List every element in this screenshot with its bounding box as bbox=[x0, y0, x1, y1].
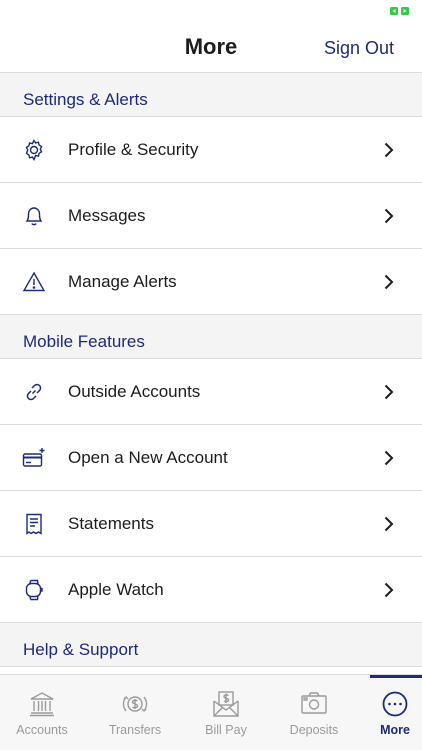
tab-bar: Accounts Transfers Bill Pay Deposits Mor… bbox=[0, 674, 422, 750]
nav-header: More Sign Out bbox=[0, 22, 422, 73]
tab-deposits[interactable]: Deposits bbox=[272, 675, 356, 750]
camera-icon bbox=[300, 691, 328, 717]
menu-item-open-new-account[interactable]: Open a New Account bbox=[0, 425, 422, 491]
status-bar bbox=[0, 0, 422, 22]
new-card-icon bbox=[22, 446, 46, 470]
menu-item-manage-alerts[interactable]: Manage Alerts bbox=[0, 249, 422, 315]
menu-item-apple-watch[interactable]: Apple Watch bbox=[0, 557, 422, 623]
tab-more[interactable]: More bbox=[353, 675, 422, 750]
chevron-right-icon bbox=[384, 142, 394, 158]
sign-out-button[interactable]: Sign Out bbox=[324, 38, 394, 59]
menu-item-outside-accounts[interactable]: Outside Accounts bbox=[0, 359, 422, 425]
chevron-right-icon bbox=[384, 274, 394, 290]
menu-item-label: Statements bbox=[68, 514, 154, 533]
menu-list: Settings & Alerts Profile & Security Mes… bbox=[0, 73, 422, 675]
link-icon bbox=[22, 380, 46, 404]
watch-icon bbox=[22, 578, 46, 602]
bell-icon bbox=[22, 204, 46, 228]
tab-label: Transfers bbox=[108, 723, 162, 737]
section-header-help-support: Help & Support bbox=[0, 623, 422, 667]
bank-icon bbox=[28, 691, 56, 717]
chevron-right-icon bbox=[384, 208, 394, 224]
menu-item-label: Open a New Account bbox=[68, 448, 228, 467]
gear-icon bbox=[22, 138, 46, 162]
tab-label: Deposits bbox=[289, 723, 339, 737]
tab-label: Accounts bbox=[16, 723, 68, 737]
menu-item-label: Manage Alerts bbox=[68, 272, 177, 291]
menu-item-profile-security[interactable]: Profile & Security bbox=[0, 117, 422, 183]
chevron-right-icon bbox=[384, 384, 394, 400]
bill-pay-icon bbox=[212, 691, 240, 717]
section-header-mobile-features: Mobile Features bbox=[0, 315, 422, 359]
tab-bill-pay[interactable]: Bill Pay bbox=[184, 675, 268, 750]
more-icon bbox=[381, 691, 409, 717]
tab-label: More bbox=[380, 723, 410, 737]
battery-icon bbox=[390, 6, 410, 16]
menu-item-label: Outside Accounts bbox=[68, 382, 201, 401]
statement-icon bbox=[22, 512, 46, 536]
menu-item-label: Apple Watch bbox=[68, 580, 164, 599]
chevron-right-icon bbox=[384, 582, 394, 598]
tab-transfers[interactable]: Transfers bbox=[93, 675, 177, 750]
menu-item-label: Profile & Security bbox=[68, 140, 199, 159]
section-header-settings-alerts: Settings & Alerts bbox=[0, 73, 422, 117]
transfer-icon bbox=[121, 691, 149, 717]
warning-icon bbox=[22, 270, 46, 294]
chevron-right-icon bbox=[384, 516, 394, 532]
menu-item-label: Messages bbox=[68, 206, 146, 225]
tab-accounts[interactable]: Accounts bbox=[0, 675, 84, 750]
chevron-right-icon bbox=[384, 450, 394, 466]
menu-item-statements[interactable]: Statements bbox=[0, 491, 422, 557]
tab-label: Bill Pay bbox=[205, 723, 247, 737]
menu-item-messages[interactable]: Messages bbox=[0, 183, 422, 249]
